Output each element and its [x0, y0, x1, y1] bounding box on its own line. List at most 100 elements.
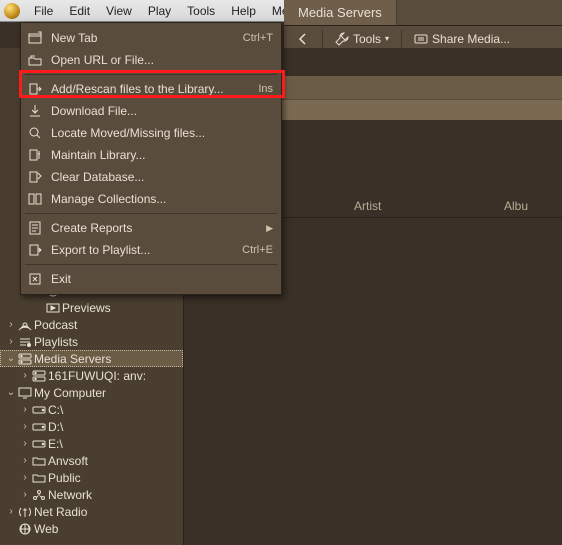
tree-item[interactable]: ⌄ My Computer [0, 384, 183, 401]
locate-icon [27, 125, 43, 141]
col-album[interactable]: Albu [494, 199, 538, 213]
toolbar-share-label: Share Media... [432, 32, 510, 46]
tree-item[interactable]: ›Anvsoft [0, 452, 183, 469]
podcast-icon [18, 319, 32, 331]
twisty-collapsed-icon[interactable]: › [20, 370, 30, 381]
drive-icon [32, 421, 46, 433]
menu-item[interactable]: New Tab Ctrl+T [21, 27, 281, 49]
menu-item[interactable]: Maintain Library... [21, 144, 281, 166]
download-icon [27, 103, 43, 119]
twisty-collapsed-icon[interactable]: › [6, 319, 16, 330]
twisty-expanded-icon[interactable]: ⌄ [6, 353, 16, 364]
tree-item-label: Previews [62, 301, 111, 315]
tree-item[interactable]: Previews [0, 299, 183, 316]
menu-item[interactable]: Download File... [21, 100, 281, 122]
radio-icon [18, 506, 32, 518]
twisty-collapsed-icon[interactable]: › [20, 455, 30, 466]
open-icon [27, 52, 43, 68]
exit-icon [27, 271, 43, 287]
tree-item-label: Podcast [34, 318, 77, 332]
export-icon [27, 242, 43, 258]
menu-item-label: Add/Rescan files to the Library... [51, 82, 250, 96]
menu-separator [25, 213, 277, 214]
menu-item-label: Maintain Library... [51, 148, 273, 162]
tree-item-label: Web [34, 522, 58, 536]
menu-item[interactable]: Manage Collections... [21, 188, 281, 210]
menu-item[interactable]: Exit [21, 268, 281, 290]
menu-item-label: New Tab [51, 31, 235, 45]
new-tab-icon [27, 30, 43, 46]
tree-item-label: Media Servers [34, 352, 111, 366]
menu-view[interactable]: View [98, 2, 140, 20]
menu-item[interactable]: Add/Rescan files to the Library... Ins [21, 78, 281, 100]
tree-item[interactable]: ›Network [0, 486, 183, 503]
twisty-collapsed-icon[interactable]: › [20, 438, 30, 449]
computer-icon [18, 387, 32, 399]
menu-separator [25, 74, 277, 75]
tree-item[interactable]: › 161FUWUQI: anv: [0, 367, 183, 384]
tree-item-label: Net Radio [34, 505, 87, 519]
drive-icon [32, 438, 46, 450]
menu-shortcut: Ctrl+E [242, 244, 273, 256]
tree-item[interactable]: › Playlists [0, 333, 183, 350]
chevron-down-icon: ▾ [385, 34, 389, 43]
toolbar-share-button[interactable]: Share Media... [408, 30, 516, 48]
tree-item-label: Public [48, 471, 81, 485]
toolbar-tools-button[interactable]: Tools ▾ [329, 30, 395, 48]
file-menu-dropdown: New Tab Ctrl+T Open URL or File... Add/Resc… [20, 22, 282, 295]
twisty-collapsed-icon[interactable]: › [20, 489, 30, 500]
share-icon [414, 32, 428, 46]
menu-item-label: Download File... [51, 104, 273, 118]
tree-item-label: C:\ [48, 403, 63, 417]
toolbar-back-button[interactable] [290, 30, 316, 48]
menu-item[interactable]: Locate Moved/Missing files... [21, 122, 281, 144]
server-icon [18, 353, 32, 365]
server-icon [32, 370, 46, 382]
app-logo-icon [4, 3, 20, 19]
toolbar-separator [322, 30, 323, 48]
network-icon [32, 489, 46, 501]
menu-play[interactable]: Play [140, 2, 179, 20]
menu-shortcut: Ins [258, 83, 273, 95]
submenu-arrow-icon: ▶ [266, 223, 273, 234]
tab-media-servers[interactable]: Media Servers [284, 0, 397, 25]
tree-item[interactable]: › Net Radio [0, 503, 183, 520]
menu-item-label: Open URL or File... [51, 53, 273, 67]
twisty-expanded-icon[interactable]: ⌄ [6, 387, 16, 398]
tree-item[interactable]: ›E:\ [0, 435, 183, 452]
tree-item[interactable]: › Public [0, 469, 183, 486]
tree-item[interactable]: › Podcast [0, 316, 183, 333]
tree-item[interactable]: › C:\ [0, 401, 183, 418]
twisty-collapsed-icon[interactable]: › [20, 404, 30, 415]
col-artist[interactable]: Artist [344, 199, 494, 213]
tree-item-label: D:\ [48, 420, 63, 434]
toolbar-tools-label: Tools [353, 32, 381, 46]
menu-shortcut: Ctrl+T [243, 32, 273, 44]
menu-help[interactable]: Help [223, 2, 264, 20]
twisty-collapsed-icon[interactable]: › [6, 506, 16, 517]
menu-item[interactable]: Create Reports▶ [21, 217, 281, 239]
maintain-icon [27, 147, 43, 163]
tree-item[interactable]: Web [0, 520, 183, 537]
menu-item[interactable]: Export to Playlist...Ctrl+E [21, 239, 281, 261]
toolbar-separator [401, 30, 402, 48]
tree-item-label: My Computer [34, 386, 106, 400]
menu-item[interactable]: Open URL or File... [21, 49, 281, 71]
twisty-collapsed-icon[interactable]: › [20, 421, 30, 432]
twisty-collapsed-icon[interactable]: › [6, 336, 16, 347]
menu-separator [25, 264, 277, 265]
tabbar: Media Servers [284, 0, 562, 26]
menu-tools[interactable]: Tools [179, 2, 223, 20]
tree-item[interactable]: ⌄ Media Servers [0, 350, 183, 367]
menu-item-label: Exit [51, 272, 273, 286]
menu-edit[interactable]: Edit [61, 2, 98, 20]
tree-item[interactable]: › D:\ [0, 418, 183, 435]
tree-item-label: 161FUWUQI: anv: [48, 369, 146, 383]
clear-icon [27, 169, 43, 185]
tree-item-label: Playlists [34, 335, 78, 349]
web-icon [18, 523, 32, 535]
menu-file[interactable]: File [26, 2, 61, 20]
twisty-collapsed-icon[interactable]: › [20, 472, 30, 483]
menu-item[interactable]: Clear Database... [21, 166, 281, 188]
folder-icon [32, 472, 46, 484]
